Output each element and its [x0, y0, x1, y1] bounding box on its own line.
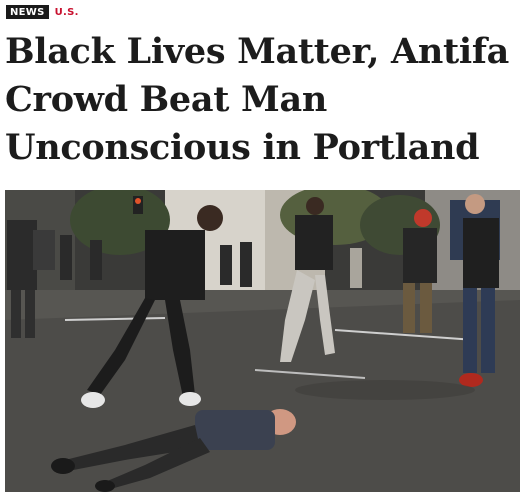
article-photo: [5, 190, 520, 492]
article-meta: NEWS U.S.: [6, 5, 79, 19]
category-badge: NEWS: [6, 5, 49, 19]
street-scene-photo: [5, 190, 520, 492]
article-headline: Black Lives Matter, Antifa Crowd Beat Ma…: [5, 31, 509, 168]
section-link[interactable]: U.S.: [55, 7, 79, 18]
